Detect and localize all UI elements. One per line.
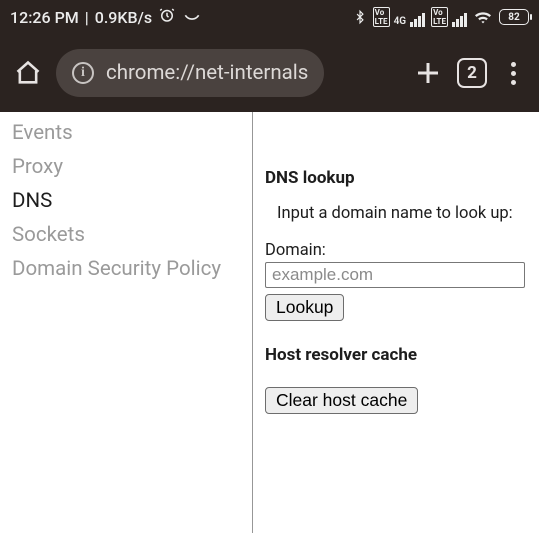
sim1-signal: VoLTE 4G (373, 7, 425, 27)
expand-icon (182, 8, 202, 27)
site-info-icon[interactable]: i (72, 62, 94, 84)
network-4g-icon: 4G (394, 16, 407, 27)
tab-switcher-button[interactable]: 2 (457, 58, 487, 88)
bluetooth-icon (353, 8, 367, 26)
android-status-bar: 12:26 PM | 0.9KB/s VoLTE 4G VoLTE 82 (0, 0, 539, 34)
host-resolver-cache-heading: Host resolver cache (265, 345, 539, 365)
lookup-button[interactable]: Lookup (265, 294, 344, 321)
home-button[interactable] (14, 59, 42, 87)
overflow-menu-button[interactable] (501, 59, 525, 87)
battery-percent: 82 (508, 12, 519, 23)
status-time: 12:26 PM (10, 8, 79, 27)
chrome-toolbar: i chrome://net-internals 2 (0, 34, 539, 112)
volte-badge-icon: VoLTE (373, 7, 390, 27)
main-panel: DNS lookup Input a domain name to look u… (253, 112, 539, 533)
volte-badge-icon: VoLTE (431, 7, 448, 27)
sidebar-item-proxy[interactable]: Proxy (12, 150, 252, 184)
omnibox-url: chrome://net-internals (106, 61, 308, 85)
sidebar-item-sockets[interactable]: Sockets (12, 218, 252, 252)
wifi-icon (473, 9, 493, 25)
sidebar-item-dns[interactable]: DNS (12, 184, 252, 218)
domain-field-label: Domain: (265, 241, 539, 260)
omnibox[interactable]: i chrome://net-internals (56, 49, 324, 97)
status-sep: | (85, 8, 89, 27)
tab-count-value: 2 (467, 63, 477, 83)
clear-host-cache-button[interactable]: Clear host cache (265, 387, 418, 414)
sidebar-item-events[interactable]: Events (12, 116, 252, 150)
sidebar-item-domain-security-policy[interactable]: Domain Security Policy (12, 252, 252, 286)
signal-bars-icon (452, 13, 467, 27)
sim2-signal: VoLTE (431, 7, 467, 27)
alarm-icon (158, 6, 176, 28)
new-tab-button[interactable] (413, 58, 443, 88)
signal-bars-icon (410, 13, 425, 27)
sidebar: Events Proxy DNS Sockets Domain Security… (0, 112, 253, 533)
status-left: 12:26 PM | 0.9KB/s (10, 6, 202, 28)
dns-lookup-instruction: Input a domain name to look up: (277, 204, 539, 223)
status-net-speed: 0.9KB/s (95, 8, 152, 27)
battery-icon: 82 (499, 9, 529, 25)
dns-lookup-heading: DNS lookup (265, 168, 539, 188)
domain-input[interactable] (265, 262, 525, 288)
net-internals-page: Events Proxy DNS Sockets Domain Security… (0, 112, 539, 533)
status-right: VoLTE 4G VoLTE 82 (353, 7, 529, 27)
